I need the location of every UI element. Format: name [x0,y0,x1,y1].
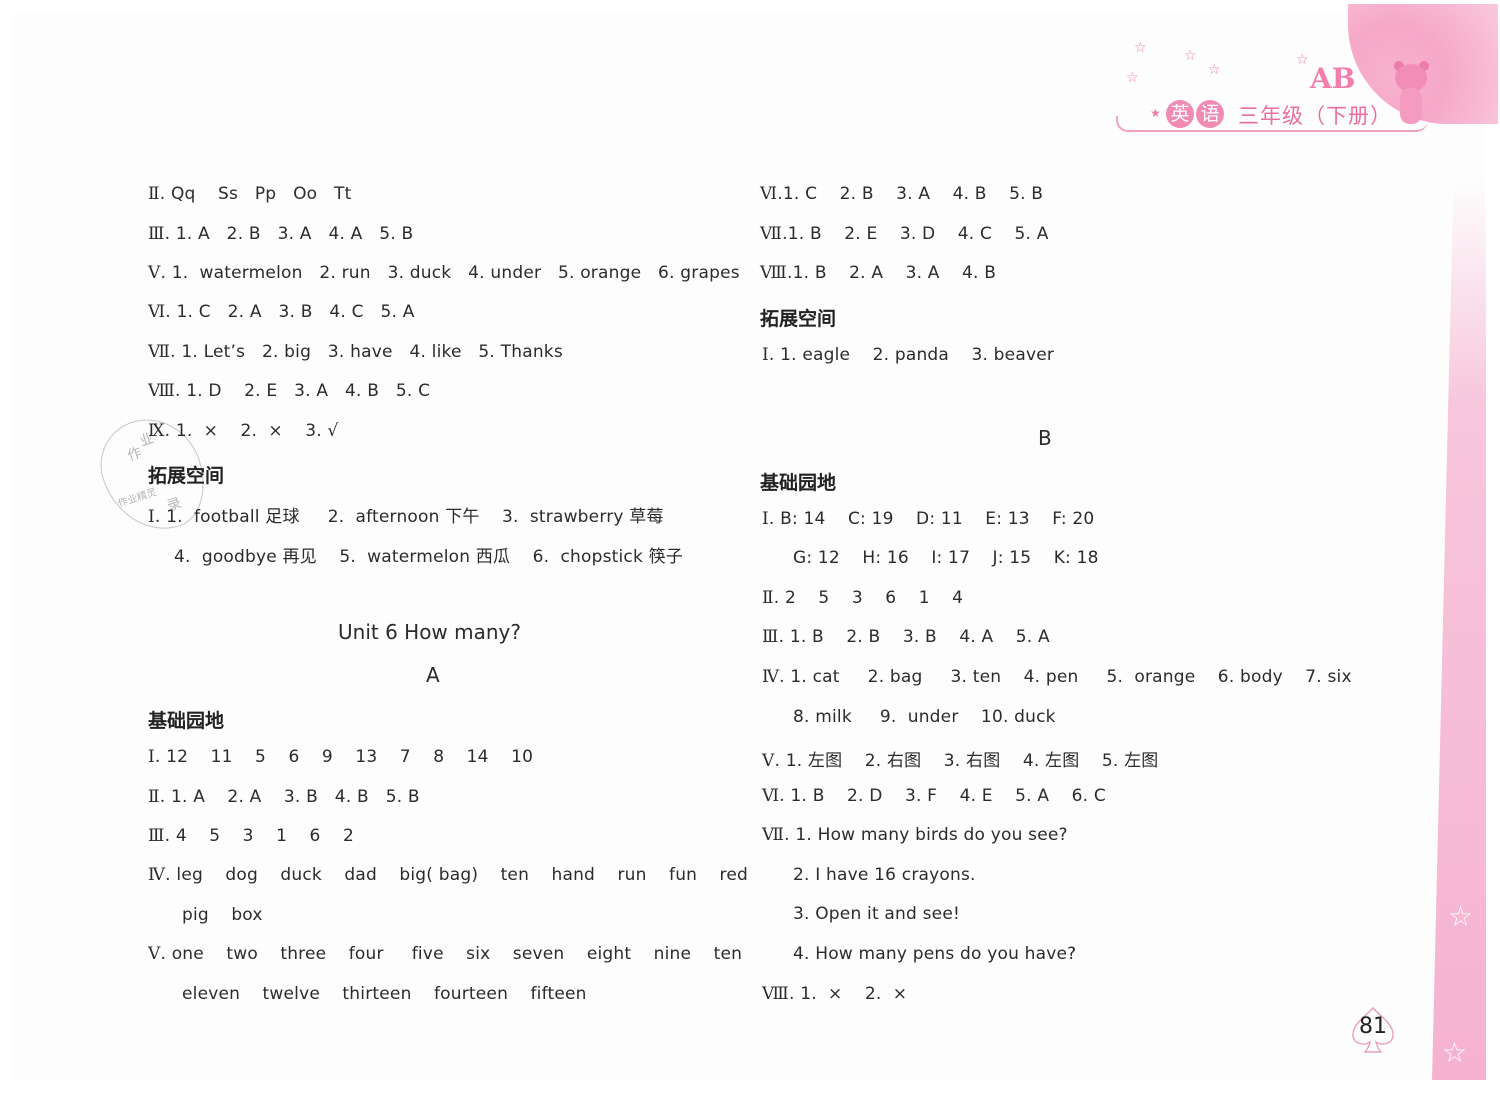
answer-line: Ⅶ. 1. Let’s 2. big 3. have 4. like 5. Th… [148,342,563,362]
star-icon: ★ [1150,106,1161,120]
grade-label: 三年级（下册） [1238,104,1392,128]
answer-line: Ⅴ. one two three four five six seven eig… [148,944,743,964]
answer-line: G: 12 H: 16 I: 17 J: 15 K: 18 [793,548,1099,568]
answer-line: 4. goodbye 再见 5. watermelon 西瓜 6. chopst… [174,547,684,567]
answer-line: Ⅰ. 1. eagle 2. panda 3. beaver [762,345,1055,365]
answer-line: Ⅸ. 1. × 2. × 3. √ [148,421,339,441]
answer-line: Ⅵ.1. C 2. B 3. A 4. B 5. B [760,184,1044,204]
answer-line: Ⅲ. 4 5 3 1 6 2 [148,826,354,846]
answer-line: Ⅵ. 1. B 2. D 3. F 4. E 5. A 6. C [762,786,1106,806]
star-icon: ☆ [1208,62,1221,78]
answer-line: Ⅲ. 1. A 2. B 3. A 4. A 5. B [148,224,414,244]
star-icon: ☆ [1296,52,1309,68]
part-label-b: B [1038,426,1052,450]
subject-badge-char: 英 [1166,100,1194,128]
answer-line: Ⅷ. 1. D 2. E 3. A 4. B 5. C [148,381,431,401]
answer-line: Ⅵ. 1. C 2. A 3. B 4. C 5. A [148,302,415,322]
answer-line: Ⅷ. 1. × 2. × [762,984,908,1004]
page-number: 81 [1350,1006,1396,1053]
answer-line: Ⅱ. Qq Ss Pp Oo Tt [148,184,352,204]
answer-line: Ⅶ.1. B 2. E 3. D 4. C 5. A [760,224,1049,244]
answer-line: eleven twelve thirteen fourteen fifteen [182,984,587,1004]
answer-line: Ⅲ. 1. B 2. B 3. B 4. A 5. A [762,627,1050,647]
page-header: ☆ ☆ ☆ ☆ ☆ AB ★ 英 语 三年级（下册） [1110,4,1498,134]
section-heading-extension: 拓展空间 [148,465,225,487]
answer-line: Ⅰ. 1. football 足球 2. afternoon 下午 3. str… [148,507,664,527]
star-icon: ☆ [1184,48,1197,64]
subject-badge-char: 语 [1196,100,1224,128]
star-icon: ☆ [1134,40,1147,56]
abc-letters-decoration: AB [1310,62,1356,95]
answer-line: Ⅶ. 1. How many birds do you see? [762,825,1068,845]
answer-line: pig box [182,905,263,925]
answer-line: Ⅴ. 1. watermelon 2. run 3. duck 4. under… [148,263,740,283]
answer-line: Ⅴ. 1. 左图 2. 右图 3. 右图 4. 左图 5. 左图 [762,751,1159,771]
star-icon: ☆ [1448,900,1474,933]
answer-line: Ⅰ. B: 14 C: 19 D: 11 E: 13 F: 20 [762,509,1095,529]
answer-line: 8. milk 9. under 10. duck [793,707,1056,727]
section-heading-extension: 拓展空间 [760,308,837,330]
answer-line: Ⅰ. 12 11 5 6 9 13 7 8 14 10 [148,747,534,767]
answer-line: Ⅷ.1. B 2. A 3. A 4. B [760,263,997,283]
answer-line: Ⅱ. 1. A 2. A 3. B 4. B 5. B [148,787,420,807]
star-icon: ☆ [1442,1036,1468,1069]
section-heading-basic: 基础园地 [760,472,837,494]
section-heading-basic: 基础园地 [148,710,225,732]
answer-line: Ⅳ. 1. cat 2. bag 3. ten 4. pen 5. orange… [762,667,1352,687]
star-icon: ☆ [1126,70,1139,86]
answer-line: Ⅳ. leg dog duck dad big( bag) ten hand r… [148,865,749,885]
answer-line: Ⅱ. 2 5 3 6 1 4 [762,588,964,608]
bear-mascot-icon [1392,61,1430,134]
answer-line: 4. How many pens do you have? [793,944,1077,964]
unit-title: Unit 6 How many? [338,620,522,644]
part-label-a: A [426,663,440,687]
answer-line: 3. Open it and see! [793,904,961,924]
answer-line: 2. I have 16 crayons. [793,865,976,885]
